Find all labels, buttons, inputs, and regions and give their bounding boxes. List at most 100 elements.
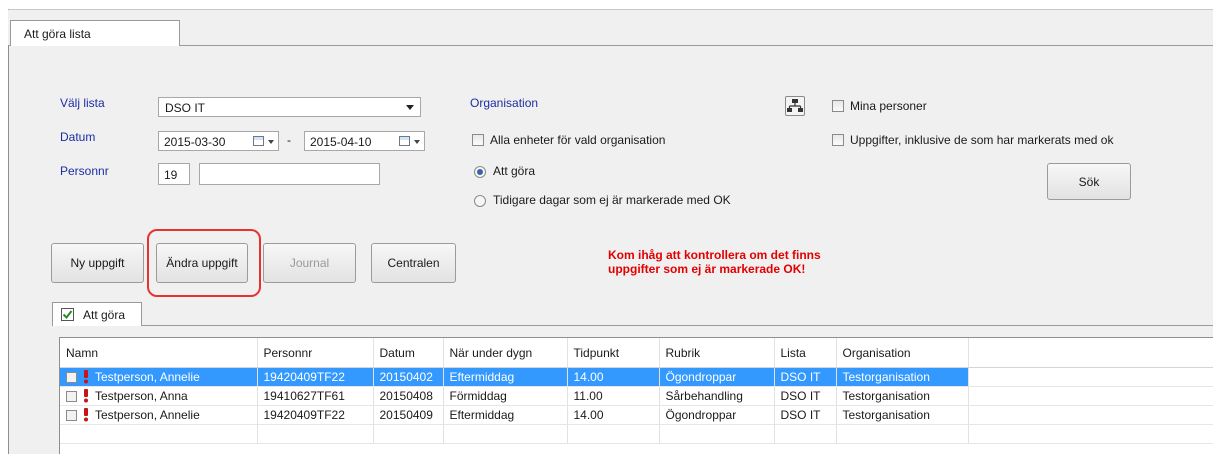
radio-earlier-days[interactable] [474,195,486,207]
cell-rubrik: Sårbehandling [659,386,775,406]
personnr-label: Personnr [60,164,109,178]
exclamation-icon [84,370,88,384]
personnr-prefix-value: 19 [164,168,178,182]
task-table: Namn Personnr Datum När under dygn Tidpu… [60,338,1213,444]
empty-cell [659,424,775,444]
tab-label: Att göra lista [24,27,91,41]
col-nar-under-dygn[interactable]: När under dygn [443,338,568,368]
calendar-icon [253,136,264,146]
cell-datum: 20150408 [373,386,444,406]
empty-cell [257,424,374,444]
calendar-icon [399,136,410,146]
row-checkbox[interactable] [66,390,77,402]
empty-cell [373,424,444,444]
cell-lista: DSO IT [774,405,837,425]
cell-datum: 20150409 [373,405,444,425]
cell-name-text: Testperson, Annelie [95,407,200,422]
tab-att-gora-lista[interactable]: Att göra lista [10,20,180,47]
cell-namn: Testperson, Anna [60,386,258,406]
cell-rubrik: Ögondroppar [659,405,775,425]
table-row[interactable]: Testperson, Annelie 19420409TF22 2015040… [60,367,1213,387]
cell-tidpunkt: 11.00 [567,386,660,406]
cell-nar-under-dygn: Förmiddag [443,386,568,406]
cell-tidpunkt: 14.00 [567,367,660,387]
organisation-label: Organisation [470,96,539,110]
cell-lista: DSO IT [774,367,837,387]
search-button[interactable]: Sök [1047,163,1131,200]
cell-lista: DSO IT [774,386,837,406]
journal-button[interactable]: Journal [263,243,356,283]
org-chart-icon [787,99,803,112]
cell-personnr: 19410627TF61 [257,386,374,406]
date-separator: - [287,133,291,147]
cell-name-text: Testperson, Anna [95,388,188,403]
empty-cell [968,424,1213,444]
radio-att-gora-label: Att göra [493,164,536,178]
cell-nar-under-dygn: Eftermiddag [443,405,568,425]
my-persons-label: Mina personer [850,99,927,113]
col-lista[interactable]: Lista [774,338,837,368]
cell-nar-under-dygn: Eftermiddag [443,367,568,387]
row-checkbox[interactable] [66,409,77,421]
all-units-label: Alla enheter för vald organisation [490,133,666,147]
empty-cell [443,424,568,444]
tab-att-gora-label: Att göra [83,308,126,322]
cell-personnr: 19420409TF22 [257,405,374,425]
exclamation-icon [84,408,88,422]
top-margin [0,0,1213,9]
central-button[interactable]: Centralen [371,243,456,283]
col-datum[interactable]: Datum [373,338,444,368]
include-ok-label: Uppgifter, inklusive de som har markerat… [850,133,1114,147]
table-row[interactable]: Testperson, Annelie 19420409TF22 2015040… [60,405,1213,425]
check-icon [61,308,74,321]
include-ok-checkbox[interactable] [832,134,844,146]
row-checkbox[interactable] [66,371,77,383]
cell-organisation: Testorganisation [836,367,969,387]
table-row-empty [60,424,1213,444]
my-persons-checkbox[interactable] [832,100,844,112]
col-personnr[interactable]: Personnr [257,338,374,368]
date-label: Datum [60,130,96,144]
list-select-value: DSO IT [165,101,206,115]
cell-name-text: Testperson, Annelie [95,369,200,384]
new-task-button[interactable]: Ny uppgift [51,243,144,283]
cell-namn: Testperson, Annelie [60,367,258,387]
table-row[interactable]: Testperson, Anna 19410627TF61 20150408 F… [60,386,1213,406]
cell-filler [968,386,1213,406]
personnr-prefix-field[interactable]: 19 [158,163,190,185]
col-organisation[interactable]: Organisation [836,338,969,368]
tab-att-gora[interactable]: Att göra [52,302,142,326]
table-header: Namn Personnr Datum När under dygn Tidpu… [60,338,1213,368]
warning-line-2: uppgifter som ej är markerade OK! [608,262,806,276]
empty-cell [567,424,660,444]
cell-rubrik: Ögondroppar [659,367,775,387]
radio-att-gora[interactable] [474,166,486,178]
cell-filler [968,367,1213,387]
col-rubrik[interactable]: Rubrik [659,338,775,368]
date-from-value: 2015-03-30 [164,135,226,149]
cell-personnr: 19420409TF22 [257,367,374,387]
chevron-down-icon [414,140,420,144]
personnr-field[interactable] [199,163,380,185]
col-tidpunkt[interactable]: Tidpunkt [567,338,660,368]
col-namn[interactable]: Namn [60,338,258,368]
task-grid: Namn Personnr Datum När under dygn Tidpu… [59,337,1213,454]
all-units-checkbox[interactable] [472,134,484,146]
empty-cell [836,424,969,444]
chevron-down-icon [268,140,274,144]
radio-earlier-days-label: Tidigare dagar som ej är markerade med O… [493,193,731,207]
cell-organisation: Testorganisation [836,386,969,406]
organisation-tree-button[interactable] [785,96,805,116]
cell-tidpunkt: 14.00 [567,405,660,425]
highlight-annotation [147,229,261,297]
main-tabstrip [8,10,1213,46]
exclamation-icon [84,389,88,403]
warning-line-1: Kom ihåg att kontrollera om det finns [608,248,821,262]
list-label: Välj lista [60,96,105,110]
empty-cell [774,424,837,444]
list-select[interactable]: DSO IT [158,97,421,117]
chevron-down-icon [406,105,414,110]
date-from-picker[interactable]: 2015-03-30 [158,131,279,151]
date-to-picker[interactable]: 2015-04-10 [304,131,425,151]
cell-filler [968,405,1213,425]
